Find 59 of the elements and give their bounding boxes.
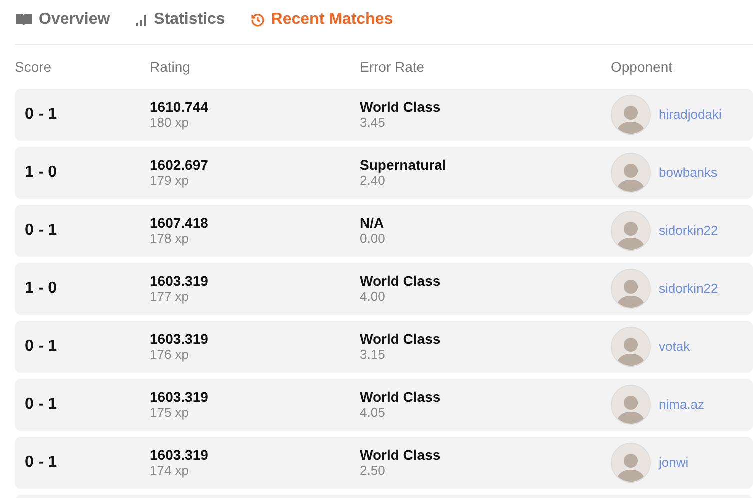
error-label: World Class: [360, 273, 442, 289]
rating-value: 1603.319: [150, 273, 210, 289]
rating-value: 1602.697: [150, 157, 210, 173]
error-rate: 3.15: [360, 347, 386, 363]
error-rate: 0.00: [360, 231, 386, 247]
score-text: 1 - 0: [25, 163, 58, 183]
history-icon: [251, 13, 266, 27]
xp-text: 178 xp: [150, 231, 190, 247]
xp-text: 175 xp: [150, 405, 190, 421]
error-label: Supernatural: [360, 157, 448, 173]
error-label: World Class: [360, 447, 442, 463]
error-label: World Class: [360, 99, 442, 115]
xp-text: 179 xp: [150, 173, 190, 189]
error-label: N/A: [360, 215, 386, 231]
score-text: 0 - 1: [25, 221, 58, 241]
avatar-icon: [611, 443, 651, 483]
tab[interactable]: Overview: [15, 9, 110, 31]
error-label: World Class: [360, 331, 442, 347]
avatar-icon: [611, 385, 651, 425]
score-text: 0 - 1: [25, 337, 58, 357]
score-text: 0 - 1: [25, 105, 58, 125]
error-rate: 2.40: [360, 173, 386, 189]
column-header: Opponent: [611, 58, 672, 77]
score-text: 0 - 1: [25, 453, 58, 473]
username-link[interactable]: nima.az: [659, 395, 705, 415]
error-rate: 3.45: [360, 115, 386, 131]
username-link[interactable]: hiradjodaki: [659, 105, 722, 125]
tab[interactable]: Recent Matches: [251, 9, 394, 31]
rating-value: 1603.319: [150, 447, 210, 463]
rating-value: 1603.319: [150, 331, 210, 347]
username-link[interactable]: sidorkin22: [659, 221, 718, 241]
xp-text: 177 xp: [150, 289, 190, 305]
xp-text: 180 xp: [150, 115, 190, 131]
score-text: 1 - 0: [25, 279, 58, 299]
xp-text: 176 xp: [150, 347, 190, 363]
error-rate: 2.50: [360, 463, 386, 479]
rating-value: 1610.744: [150, 99, 210, 115]
bar-chart-icon: [136, 14, 148, 26]
username-link[interactable]: bowbanks: [659, 163, 718, 183]
rating-value: 1603.319: [150, 389, 210, 405]
xp-text: 174 xp: [150, 463, 190, 479]
username-link[interactable]: jonwi: [659, 453, 689, 473]
avatar-icon: [611, 269, 651, 309]
column-header: Score: [15, 58, 53, 76]
score-text: 0 - 1: [25, 395, 58, 415]
column-header: Rating: [150, 58, 192, 77]
username-link[interactable]: sidorkin22: [659, 279, 718, 299]
error-label: World Class: [360, 389, 442, 405]
avatar-icon: [611, 95, 651, 135]
avatar-icon: [611, 327, 651, 367]
rating-value: 1607.418: [150, 215, 210, 231]
username-link[interactable]: votak: [659, 337, 690, 357]
book-icon: [15, 13, 33, 27]
avatar-icon: [611, 153, 651, 193]
tab[interactable]: Statistics: [136, 9, 226, 31]
error-rate: 4.05: [360, 405, 386, 421]
avatar-icon: [611, 211, 651, 251]
error-rate: 4.00: [360, 289, 386, 305]
column-header: Error Rate: [360, 58, 426, 76]
